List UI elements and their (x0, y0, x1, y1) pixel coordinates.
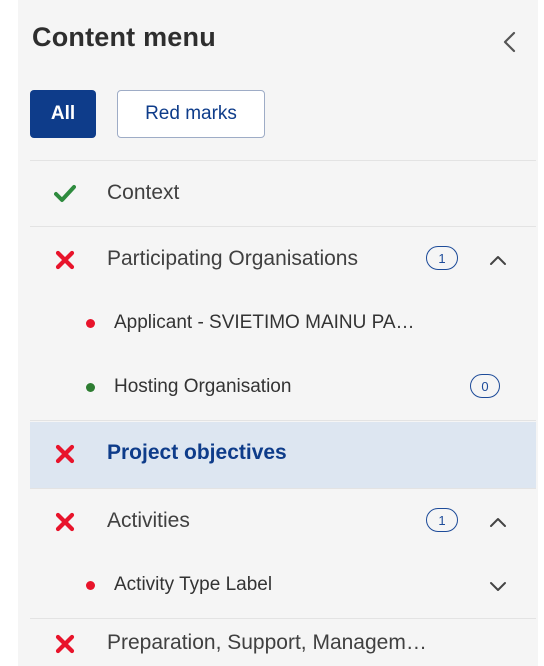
filter-all-button[interactable]: All (30, 90, 96, 138)
submenu-item-label: Activity Type Label (114, 574, 273, 595)
menu-item-label: Preparation, Support, Managem… (107, 631, 427, 654)
submenu-item-label: Applicant - SVIETIMO MAINU PA… (114, 312, 415, 333)
separator (30, 226, 536, 227)
error-count-badge: 0 (470, 374, 500, 398)
cross-icon (55, 444, 75, 464)
chevron-left-icon (503, 31, 516, 53)
content-menu-title: Content menu (32, 22, 216, 52)
menu-item-activities[interactable]: Activities 1 (30, 490, 536, 554)
menu-item-label: Context (107, 181, 180, 204)
submenu-item-activity-type[interactable]: Activity Type Label (30, 554, 536, 618)
cross-icon (55, 250, 75, 270)
submenu-item-applicant[interactable]: Applicant - SVIETIMO MAINU PA… (30, 292, 536, 356)
chevron-down-icon[interactable] (488, 576, 508, 596)
chevron-up-icon[interactable] (488, 250, 508, 270)
menu-item-context[interactable]: Context (30, 162, 536, 226)
menu-item-participating-organisations[interactable]: Participating Organisations 1 (30, 228, 536, 292)
menu-item-preparation-support-management[interactable]: Preparation, Support, Managem… (30, 620, 536, 666)
separator (30, 618, 536, 619)
check-icon (54, 185, 76, 202)
chevron-up-icon[interactable] (488, 512, 508, 532)
separator (30, 488, 536, 489)
error-dot-icon (86, 319, 95, 328)
error-count-badge: 1 (426, 246, 458, 270)
content-menu-panel: Content menu All Red marks Context Parti… (0, 0, 544, 666)
complete-dot-icon (86, 383, 95, 392)
separator (30, 420, 536, 421)
menu-item-label: Activities (107, 509, 190, 532)
menu-item-label: Participating Organisations (107, 247, 358, 270)
submenu-item-label: Hosting Organisation (114, 376, 292, 397)
error-dot-icon (86, 581, 95, 590)
cross-icon (55, 512, 75, 532)
error-count-badge: 1 (426, 508, 458, 532)
separator (30, 160, 536, 161)
menu-item-label: Project objectives (107, 441, 287, 464)
submenu-item-hosting-organisation[interactable]: Hosting Organisation 0 (30, 356, 536, 420)
cross-icon (55, 634, 75, 654)
collapse-menu-button[interactable] (498, 28, 522, 56)
content-menu-header: Content menu (32, 18, 532, 62)
menu-item-project-objectives[interactable]: Project objectives (30, 422, 536, 488)
filter-red-marks-button[interactable]: Red marks (117, 90, 265, 138)
